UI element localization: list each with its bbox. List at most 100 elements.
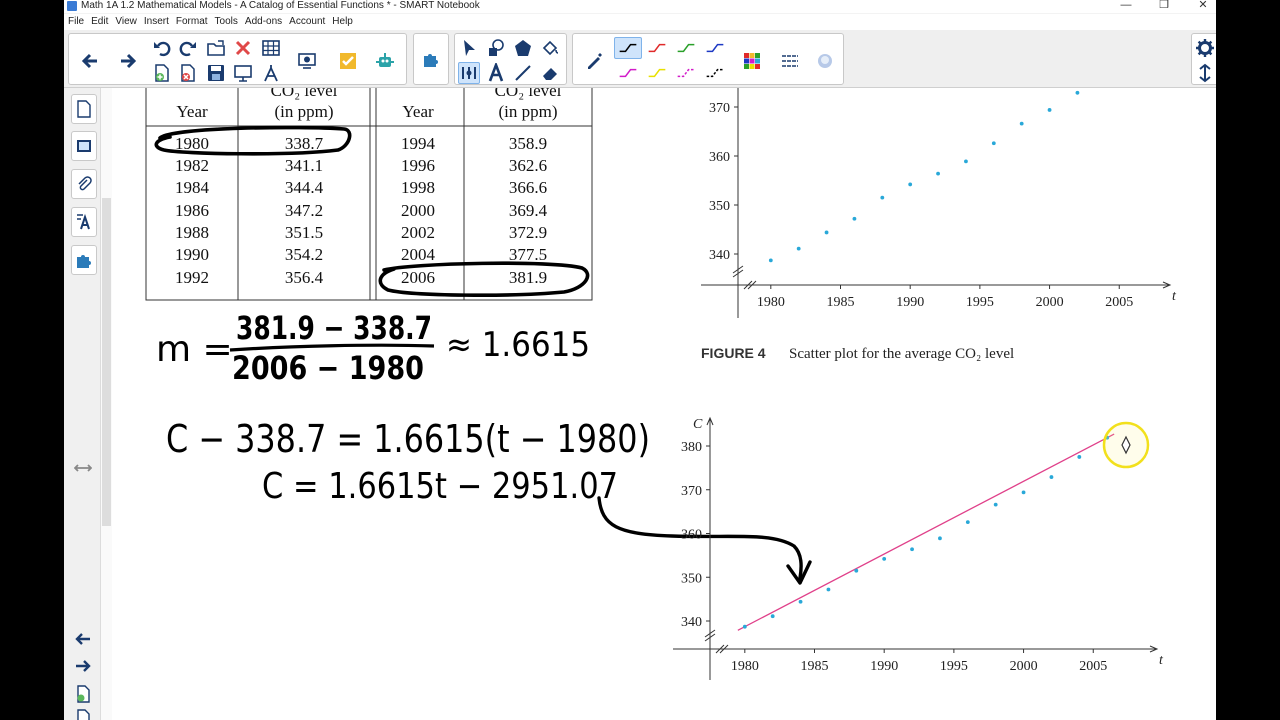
eraser-icon xyxy=(543,68,557,80)
menu-edit[interactable]: Edit xyxy=(91,14,108,30)
menu-tools[interactable]: Tools xyxy=(215,14,238,30)
properties-tab[interactable] xyxy=(71,207,97,237)
table-cell: 1992 xyxy=(175,268,209,287)
pen-icon xyxy=(588,53,602,69)
chart1-data-point xyxy=(796,246,801,251)
pen-yellow-style[interactable] xyxy=(643,62,671,84)
delete-button[interactable] xyxy=(232,37,254,59)
sidebar-scroll-thumb[interactable] xyxy=(102,198,111,526)
menu-help[interactable]: Help xyxy=(332,14,353,30)
add-page-icon xyxy=(155,64,169,82)
chart1-y-tick-label: 370 xyxy=(709,101,730,116)
magic-pen-tool[interactable] xyxy=(458,62,480,84)
chart1-data-point xyxy=(1075,90,1080,95)
minimize-button[interactable]: — xyxy=(1118,0,1134,12)
chart2-y-axis-label: C xyxy=(693,417,703,432)
table-cell: 354.2 xyxy=(285,245,323,264)
save-button[interactable] xyxy=(205,62,227,84)
line-tool[interactable] xyxy=(512,62,534,84)
menu-insert[interactable]: Insert xyxy=(144,14,169,30)
menu-account[interactable]: Account xyxy=(289,14,325,30)
menu-view[interactable]: View xyxy=(115,14,137,30)
chart1-data-point xyxy=(768,258,773,263)
open-file-button[interactable] xyxy=(205,37,227,59)
transparency-button[interactable] xyxy=(811,48,839,74)
chart2-y-tick-label: 370 xyxy=(681,484,702,499)
chart1-x-axis-label: t xyxy=(1172,289,1177,304)
add-ons-button[interactable] xyxy=(420,48,442,70)
next-page-button[interactable] xyxy=(115,48,141,74)
shapes-tool[interactable] xyxy=(485,37,507,59)
table-cell: 1980 xyxy=(175,134,209,153)
chart2-data-point xyxy=(1049,475,1054,479)
delete-page-button[interactable] xyxy=(177,62,199,84)
page-icon xyxy=(77,709,90,720)
notebook-page[interactable]: Year CO₂ level (in ppm) Year CO₂ level (… xyxy=(112,88,1216,720)
figure4-caption: Scatter plot for the average CO₂ level xyxy=(789,346,1014,362)
pen-magenta-style[interactable] xyxy=(614,62,642,84)
lab-activities-button[interactable] xyxy=(371,48,399,74)
text-tool[interactable] xyxy=(485,62,507,84)
settings-button[interactable] xyxy=(1194,37,1216,59)
pen-blue-style[interactable] xyxy=(701,37,729,59)
chart2-data-point xyxy=(993,502,998,507)
pen-black-style[interactable] xyxy=(614,37,642,59)
compass-icon xyxy=(264,65,278,82)
menu-bar: File Edit View Insert Format Tools Add-o… xyxy=(64,14,1216,30)
table-cell: 2002 xyxy=(401,223,435,242)
move-toolbar-button[interactable] xyxy=(1194,62,1216,84)
table-header-co2-left: CO₂ level xyxy=(271,88,338,100)
menu-addons[interactable]: Add-ons xyxy=(245,14,282,30)
chart1-data-point xyxy=(824,230,829,235)
previous-page-button[interactable] xyxy=(77,48,103,74)
pen-red-style[interactable] xyxy=(643,37,671,59)
color-palette-button[interactable] xyxy=(738,48,766,74)
delete-page-icon xyxy=(181,64,195,82)
chart2-x-tick-label: 2000 xyxy=(1010,659,1038,674)
sidebar-add-page[interactable] xyxy=(72,684,94,704)
undo-button[interactable] xyxy=(151,37,173,59)
page-sorter-tab[interactable] xyxy=(71,94,97,124)
measurement-tools-button[interactable] xyxy=(260,62,282,84)
menu-format[interactable]: Format xyxy=(176,14,208,30)
activity-builder-button[interactable] xyxy=(334,48,362,74)
chart2-data-point xyxy=(742,624,747,629)
paperclip-icon xyxy=(78,176,92,191)
ink-linear-model-equation: C = 1.6615t − 2951.07 xyxy=(262,466,618,507)
redo-button[interactable] xyxy=(177,37,199,59)
eraser-tool[interactable] xyxy=(539,62,561,84)
table-header-year-right: Year xyxy=(402,102,434,121)
attachments-tab[interactable] xyxy=(71,169,97,199)
chart1-data-point xyxy=(852,216,857,221)
document-camera-button[interactable] xyxy=(293,48,321,74)
table-cell: 351.5 xyxy=(285,223,323,242)
pointer-highlight xyxy=(1102,421,1150,469)
pen-tool[interactable] xyxy=(579,48,609,74)
pen-dashed-magenta-style[interactable] xyxy=(672,62,700,84)
line-style-button[interactable] xyxy=(776,48,804,74)
add-page-button[interactable] xyxy=(151,62,173,84)
table-cell: 1988 xyxy=(175,223,209,242)
restore-button[interactable]: ❐ xyxy=(1156,0,1172,12)
add-ons-tab[interactable] xyxy=(71,245,97,275)
sidebar-move-handle[interactable] xyxy=(72,458,94,478)
close-button[interactable]: ✕ xyxy=(1195,0,1211,12)
select-tool[interactable] xyxy=(458,37,480,59)
ink-arrow-head xyxy=(786,560,812,585)
sidebar-page-options[interactable] xyxy=(72,708,94,720)
fill-tool[interactable] xyxy=(539,37,561,59)
toolbar-group-addons xyxy=(413,33,449,85)
table-button[interactable] xyxy=(260,37,282,59)
chart2-x-tick-label: 1995 xyxy=(940,659,968,674)
sidebar-prev-page[interactable] xyxy=(72,629,94,649)
screen-shade-button[interactable] xyxy=(232,62,254,84)
activity-check-icon xyxy=(340,53,356,69)
polygon-tool[interactable] xyxy=(512,37,534,59)
menu-file[interactable]: File xyxy=(68,14,84,30)
gallery-tab[interactable] xyxy=(71,131,97,161)
sidebar-next-page[interactable] xyxy=(72,656,94,676)
chart1-axes: 340 350 360 370 1980 1985 1990 1995 2000 2005 t xyxy=(701,88,1177,318)
pen-dashed-black-style[interactable] xyxy=(701,62,729,84)
smart-notebook-window: Math 1A 1.2 Mathematical Models - A Cata… xyxy=(64,0,1216,720)
pen-green-style[interactable] xyxy=(672,37,700,59)
